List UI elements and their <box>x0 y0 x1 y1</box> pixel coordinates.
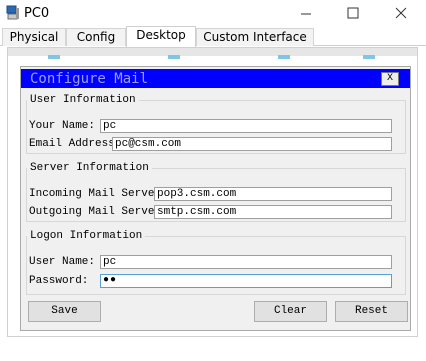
outgoing-mail-server-input[interactable]: smtp.csm.com <box>154 205 392 219</box>
incoming-mail-server-label: Incoming Mail Server <box>29 188 162 200</box>
desktop-area: Configure Mail X User Information Your N… <box>7 47 418 337</box>
clear-button[interactable]: Clear <box>254 301 327 322</box>
band-marker <box>363 55 375 59</box>
user-name-label: User Name: <box>29 256 96 268</box>
save-button[interactable]: Save <box>28 301 101 322</box>
tab-bar: Physical Config Desktop Custom Interface <box>0 26 426 47</box>
title-bar: PC0 <box>0 0 426 27</box>
server-information-group: Server Information Incoming Mail Server … <box>26 162 406 222</box>
user-name-input[interactable]: pc <box>100 255 392 269</box>
user-information-legend: User Information <box>30 94 136 106</box>
pc-device-icon <box>6 5 19 20</box>
band-marker <box>48 55 60 59</box>
password-label: Password: <box>29 275 89 287</box>
server-information-legend: Server Information <box>30 162 149 174</box>
window-title: PC0 <box>24 6 50 21</box>
logon-information-legend: Logon Information <box>30 230 143 242</box>
tab-physical[interactable]: Physical <box>2 28 66 46</box>
tab-custom-interface[interactable]: Custom Interface <box>196 28 314 46</box>
panel-title: Configure Mail <box>30 71 149 87</box>
tab-desktop[interactable]: Desktop <box>126 26 196 47</box>
password-input[interactable]: ●● <box>100 274 392 288</box>
panel-header: Configure Mail X <box>21 69 410 88</box>
configure-mail-panel: Configure Mail X User Information Your N… <box>20 66 411 331</box>
your-name-label: Your Name: <box>29 120 96 132</box>
bottom-margin <box>0 338 426 361</box>
logon-information-group: Logon Information User Name: pc Password… <box>26 230 406 295</box>
maximize-icon[interactable] <box>338 2 368 24</box>
incoming-mail-server-input[interactable]: pop3.csm.com <box>154 187 392 201</box>
user-information-group: User Information Your Name: pc Email Add… <box>26 94 406 154</box>
email-address-input[interactable]: pc@csm.com <box>112 137 392 151</box>
outgoing-mail-server-label: Outgoing Mail Server <box>29 206 162 218</box>
email-address-label: Email Address <box>29 138 115 150</box>
tab-config[interactable]: Config <box>66 28 126 46</box>
band-marker <box>168 55 180 59</box>
panel-close-button[interactable]: X <box>381 72 399 86</box>
close-icon[interactable] <box>386 2 416 24</box>
band-marker <box>278 55 290 59</box>
desktop-top-band <box>8 48 417 59</box>
your-name-input[interactable]: pc <box>100 119 392 133</box>
minimize-icon[interactable] <box>291 2 321 24</box>
reset-button[interactable]: Reset <box>335 301 408 322</box>
